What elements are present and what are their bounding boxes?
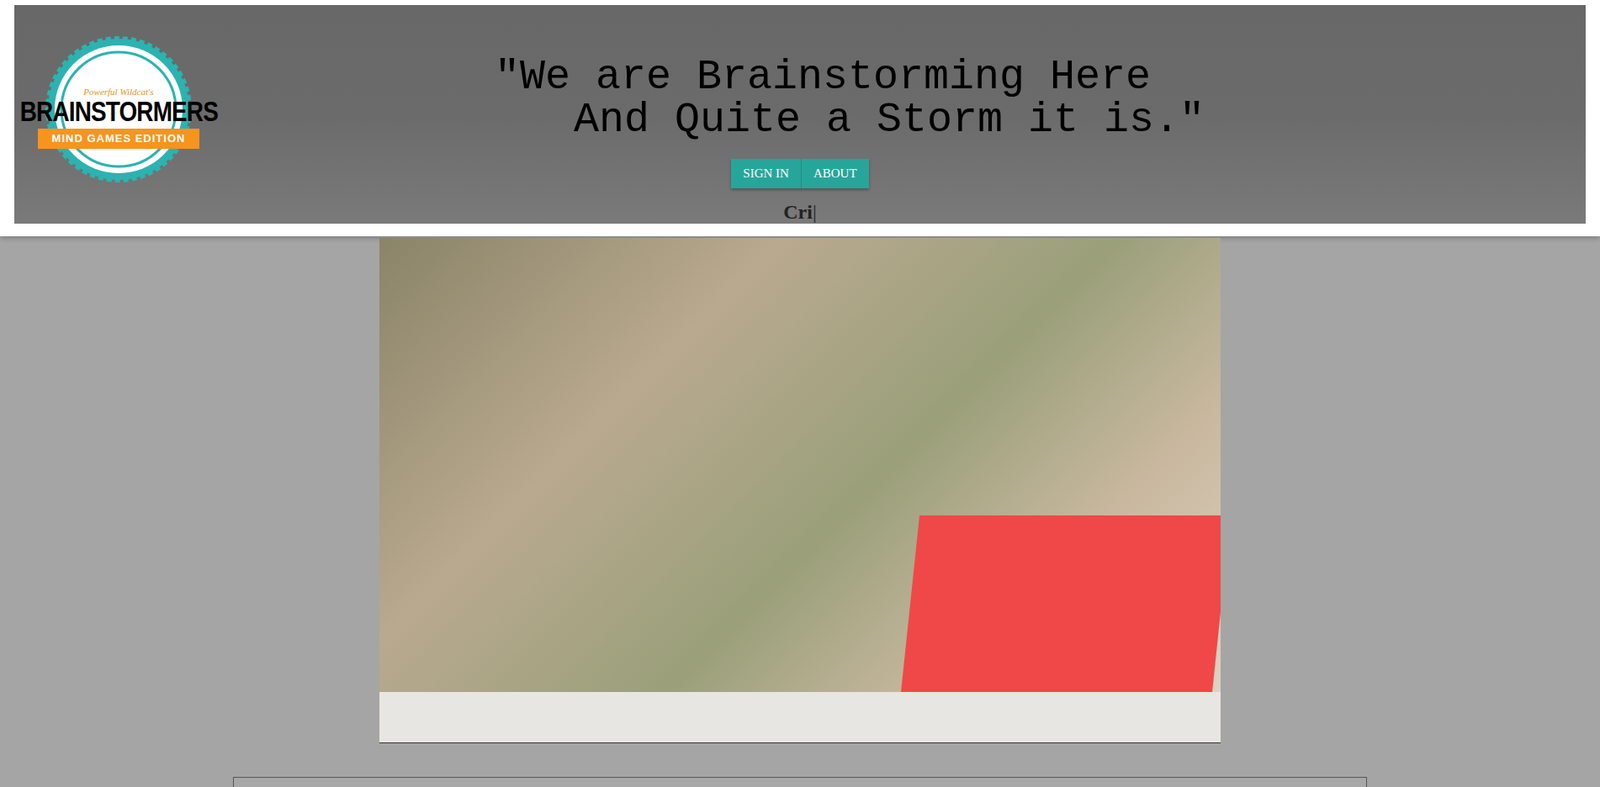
laptop-shape [899,515,1221,710]
main-content [0,236,1600,787]
header-panel: Powerful Wildcat's BRAINSTORMERS MIND GA… [14,5,1586,224]
logo-title: BRAINSTORMERS [19,97,218,125]
site-header: Powerful Wildcat's BRAINSTORMERS MIND GA… [0,0,1600,237]
desk-shape [379,692,1221,743]
nav-button[interactable]: ABOUT [800,158,869,189]
hero-photo [379,238,1221,744]
quote: "We are Brainstorming HereAnd Quite a St… [494,55,1205,142]
logo[interactable]: Powerful Wildcat's BRAINSTORMERS MIND GA… [17,35,220,184]
content-card [233,777,1367,787]
logo-subtitle: MIND GAMES EDITION [37,128,200,149]
typing-text: Cri| [783,200,816,224]
nav-bar: SIGN INABOUT [731,158,869,189]
quote-line: And Quite a Storm it is." [494,98,1205,142]
logo-tagline: Powerful Wildcat's [83,85,154,98]
quote-line: "We are Brainstorming Here [494,55,1151,99]
nav-button[interactable]: SIGN IN [731,158,801,189]
